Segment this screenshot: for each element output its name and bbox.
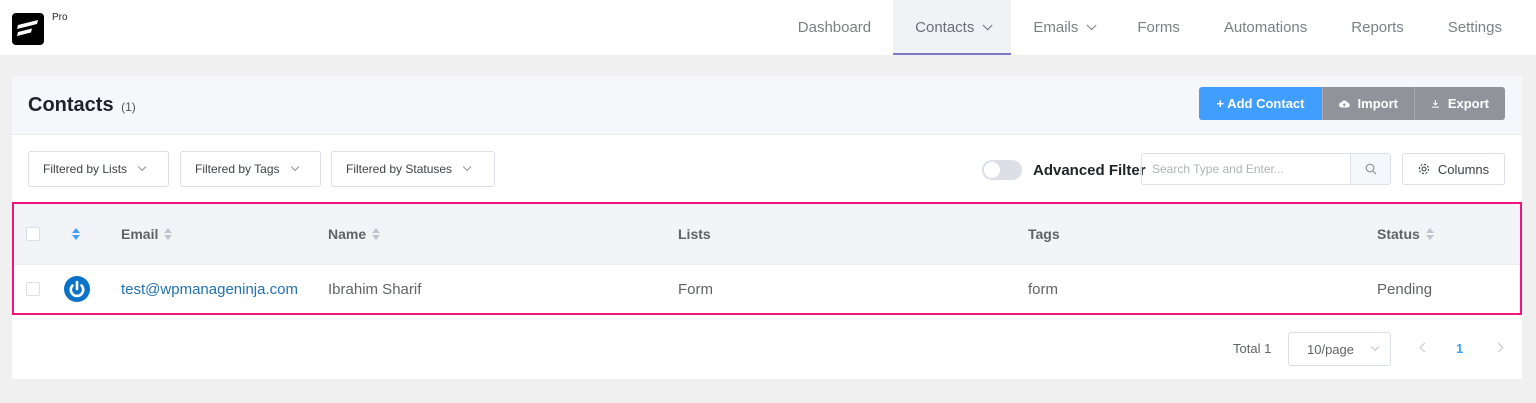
page-size-select[interactable]: 10/page (1288, 332, 1391, 366)
pro-badge: Pro (52, 12, 68, 23)
sort-icon[interactable] (72, 228, 80, 240)
add-contact-button[interactable]: + Add Contact (1199, 87, 1322, 120)
row-status: Pending (1377, 265, 1432, 313)
contacts-panel: Contacts (1) + Add Contact Import Export… (12, 76, 1522, 379)
panel-header: Contacts (1) + Add Contact Import Export (12, 76, 1522, 135)
header-tags-label: Tags (1028, 226, 1060, 242)
contacts-table: Email Name Lists Tags Status test@wpmana… (12, 202, 1522, 315)
header-lists: Lists (678, 204, 711, 264)
row-email-link[interactable]: test@wpmanageninja.com (121, 281, 298, 298)
columns-button[interactable]: Columns (1402, 153, 1505, 185)
header-name-label: Name (328, 226, 367, 242)
row-tags: form (1028, 265, 1058, 313)
nav-automations[interactable]: Automations (1202, 0, 1329, 55)
nav-forms[interactable]: Forms (1115, 0, 1202, 55)
row-select-cell (26, 265, 40, 313)
header-actions: + Add Contact Import Export (1199, 87, 1505, 120)
header-email[interactable]: Email (121, 204, 173, 264)
nav-contacts[interactable]: Contacts (893, 0, 1012, 55)
nav-dashboard[interactable]: Dashboard (776, 0, 893, 55)
nav-emails[interactable]: Emails (1011, 0, 1115, 55)
header-tags: Tags (1028, 204, 1060, 264)
search-button[interactable] (1350, 154, 1390, 184)
select-all-checkbox[interactable] (26, 227, 40, 241)
search-icon (1365, 163, 1376, 175)
avatar-cell (64, 265, 90, 313)
sort-cell (72, 204, 80, 264)
add-contact-label: + Add Contact (1216, 96, 1305, 111)
row-name-text: Ibrahim Sharif (328, 280, 422, 298)
filter-tags-dropdown[interactable]: Filtered by Tags (180, 151, 321, 187)
row-checkbox[interactable] (26, 282, 40, 296)
chevron-down-icon (1370, 342, 1380, 352)
columns-label: Columns (1437, 161, 1490, 177)
nav-settings[interactable]: Settings (1426, 0, 1524, 55)
nav-reports[interactable]: Reports (1329, 0, 1426, 55)
download-icon (1431, 99, 1440, 108)
table-row[interactable]: test@wpmanageninja.com Ibrahim Sharif Fo… (14, 264, 1520, 313)
nav-settings-label: Settings (1447, 19, 1502, 36)
filter-statuses-label: Filtered by Statuses (346, 162, 453, 176)
contacts-count: (1) (121, 100, 136, 114)
page-title-text: Contacts (28, 94, 114, 116)
row-email[interactable]: test@wpmanageninja.com (121, 265, 298, 313)
nav-forms-label: Forms (1137, 19, 1180, 36)
search-input[interactable] (1142, 154, 1350, 184)
nav-automations-label: Automations (1223, 19, 1308, 36)
export-label: Export (1447, 96, 1489, 111)
nav-dashboard-label: Dashboard (797, 19, 872, 36)
chevron-down-icon (462, 162, 472, 172)
cloud-upload-icon (1339, 100, 1350, 108)
row-tags-text: form (1028, 280, 1058, 298)
advanced-filter-toggle[interactable] (982, 160, 1022, 180)
import-label: Import (1357, 96, 1398, 111)
status-badge: Pending (1377, 280, 1433, 298)
filter-tags-label: Filtered by Tags (195, 162, 280, 176)
import-button[interactable]: Import (1322, 87, 1414, 120)
select-all-cell (26, 204, 40, 264)
header-status[interactable]: Status (1377, 204, 1434, 264)
filter-lists-label: Filtered by Lists (43, 162, 128, 176)
top-navigation-bar: Pro Dashboard Contacts Emails Forms Auto… (0, 0, 1536, 55)
export-button[interactable]: Export (1414, 87, 1505, 120)
avatar[interactable] (64, 276, 90, 302)
header-email-label: Email (121, 226, 159, 242)
prev-page-icon[interactable] (1418, 342, 1428, 354)
page-title: Contacts (1) (28, 94, 136, 117)
header-name[interactable]: Name (328, 204, 381, 264)
nav-emails-label: Emails (1033, 19, 1079, 36)
page-number[interactable]: 1 (1456, 341, 1463, 356)
header-status-label: Status (1377, 226, 1420, 242)
table-header: Email Name Lists Tags Status (14, 204, 1520, 264)
row-lists: Form (678, 265, 713, 313)
sort-icon (1425, 228, 1434, 240)
nav-reports-label: Reports (1351, 19, 1404, 36)
sort-icon (372, 228, 381, 240)
app-logo-icon[interactable] (12, 13, 44, 45)
next-page-icon[interactable] (1495, 342, 1505, 354)
header-lists-label: Lists (678, 226, 711, 242)
advanced-filter-label: Advanced Filter (1033, 162, 1146, 179)
chevron-down-icon (1087, 20, 1097, 31)
chevron-down-icon (983, 20, 993, 31)
main-nav: Dashboard Contacts Emails Forms Automati… (776, 0, 1524, 55)
chevron-down-icon (137, 162, 147, 172)
row-lists-text: Form (678, 280, 713, 298)
row-name: Ibrahim Sharif (328, 265, 421, 313)
search-box (1141, 153, 1391, 185)
gear-icon (1418, 163, 1429, 175)
nav-contacts-label: Contacts (915, 19, 975, 36)
filter-lists-dropdown[interactable]: Filtered by Lists (28, 151, 169, 187)
sort-icon (164, 228, 173, 240)
page-size-label: 10/page (1307, 341, 1354, 357)
filter-statuses-dropdown[interactable]: Filtered by Statuses (331, 151, 495, 187)
pagination-total: Total 1 (1233, 341, 1272, 356)
chevron-down-icon (290, 162, 299, 172)
